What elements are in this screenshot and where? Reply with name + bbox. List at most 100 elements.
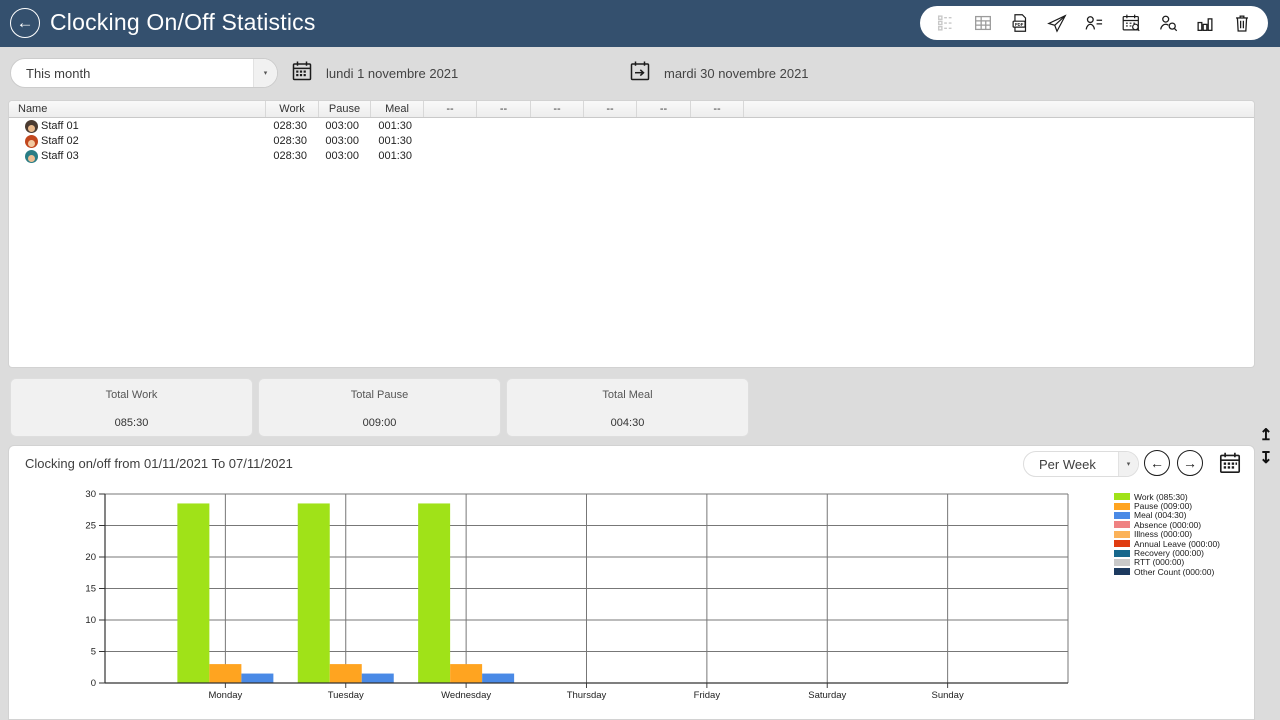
card-label: Total Work [11, 389, 252, 401]
period-select-value: This month [11, 66, 253, 81]
detailed-list-icon[interactable] [934, 11, 958, 35]
legend-swatch [1114, 531, 1130, 538]
svg-text:10: 10 [85, 615, 96, 626]
end-date-picker[interactable]: mardi 30 novembre 2021 [628, 59, 809, 87]
legend-item: Illness (000:00) [1114, 530, 1220, 539]
table-cell: 028:30 [266, 134, 319, 149]
back-button[interactable]: ← [10, 8, 40, 38]
legend-item: Annual Leave (000:00) [1114, 539, 1220, 548]
chart-legend: Work (085:30)Pause (009:00)Meal (004:30)… [1114, 492, 1220, 577]
column-header[interactable]: -- [637, 101, 691, 117]
chevron-down-icon: ▾ [253, 59, 277, 87]
total-pause-card: Total Pause 009:00 [258, 378, 501, 437]
table-row[interactable]: Staff 02 028:30003:00001:30 [9, 134, 1254, 149]
filter-bar: This month ▾ lundi 1 novembre 2021 mardi… [0, 47, 1280, 99]
total-meal-card: Total Meal 004:30 [506, 378, 749, 437]
clocking-bar-chart: Monday Tuesday Wednesday Thursday Friday Satu… [9, 446, 1254, 719]
staff-name: Staff 02 [41, 134, 79, 149]
column-header[interactable]: Name [9, 101, 266, 117]
next-period-button[interactable]: → [1177, 450, 1203, 476]
svg-text:Thursday: Thursday [567, 690, 607, 701]
legend-swatch [1114, 559, 1130, 566]
staff-table: NameWorkPauseMeal------------ Staff 0102… [8, 100, 1255, 368]
calendar-icon [290, 59, 314, 88]
card-value: 085:30 [11, 417, 252, 429]
column-header[interactable]: -- [424, 101, 477, 117]
legend-item: Absence (000:00) [1114, 520, 1220, 529]
toolbar: PDF [920, 6, 1268, 40]
column-header[interactable]: -- [584, 101, 637, 117]
card-label: Total Meal [507, 389, 748, 401]
chart-view-select[interactable]: Per Week ▾ [1023, 451, 1139, 477]
legend-item: Other Count (000:00) [1114, 567, 1220, 576]
svg-text:Sunday: Sunday [932, 690, 964, 701]
user-list-icon[interactable] [1082, 11, 1106, 35]
legend-item: Recovery (000:00) [1114, 548, 1220, 557]
table-cell: 003:00 [319, 134, 371, 149]
legend-swatch [1114, 503, 1130, 510]
card-value: 009:00 [259, 417, 500, 429]
svg-text:Tuesday: Tuesday [328, 690, 364, 701]
period-select[interactable]: This month ▾ [10, 58, 278, 88]
svg-text:Monday: Monday [208, 690, 242, 701]
table-cell: 003:00 [319, 119, 371, 134]
chart-view-value: Per Week [1024, 457, 1118, 472]
svg-text:Saturday: Saturday [808, 690, 846, 701]
panel-splitter: ↥ ↧ [1254, 424, 1278, 470]
legend-swatch [1114, 512, 1130, 519]
svg-text:15: 15 [85, 584, 96, 595]
calendar-search-icon[interactable] [1119, 11, 1143, 35]
legend-swatch [1114, 550, 1130, 557]
chart-title: Clocking on/off from 01/11/2021 To 07/11… [25, 456, 293, 471]
column-header[interactable]: Work [266, 101, 319, 117]
staff-name: Staff 01 [41, 119, 79, 134]
legend-item: Work (085:30) [1114, 492, 1220, 501]
table-cell: 028:30 [266, 119, 319, 134]
svg-text:0: 0 [91, 678, 96, 689]
table-header: NameWorkPauseMeal------------ [9, 101, 1254, 118]
chart-calendar-button[interactable] [1216, 449, 1244, 477]
legend-item: RTT (000:00) [1114, 558, 1220, 567]
chart-panel: Clocking on/off from 01/11/2021 To 07/11… [8, 445, 1255, 720]
collapse-down-icon[interactable]: ↧ [1255, 447, 1277, 470]
card-value: 004:30 [507, 417, 748, 429]
svg-text:PDF: PDF [1015, 22, 1024, 27]
previous-period-button[interactable]: ← [1144, 450, 1170, 476]
expand-up-icon[interactable]: ↥ [1255, 424, 1277, 447]
column-header[interactable]: -- [531, 101, 584, 117]
svg-text:30: 30 [85, 489, 96, 500]
legend-item: Pause (009:00) [1114, 501, 1220, 510]
table-view-icon[interactable] [971, 11, 995, 35]
send-icon[interactable] [1045, 11, 1069, 35]
table-cell: 001:30 [371, 134, 424, 149]
page-title: Clocking On/Off Statistics [50, 9, 316, 36]
legend-swatch [1114, 540, 1130, 547]
svg-text:Friday: Friday [694, 690, 721, 701]
chevron-down-icon: ▾ [1118, 452, 1138, 476]
svg-text:Wednesday: Wednesday [441, 690, 491, 701]
legend-label: Other Count (000:00) [1134, 567, 1214, 577]
column-header[interactable]: Meal [371, 101, 424, 117]
column-header[interactable]: -- [691, 101, 744, 117]
calendar-next-icon [628, 59, 652, 88]
table-body: Staff 01 028:30003:00001:30 Staff 02 028:30… [9, 119, 1254, 164]
trash-icon[interactable] [1230, 11, 1254, 35]
start-date-label: lundi 1 novembre 2021 [326, 66, 458, 81]
pdf-export-icon[interactable]: PDF [1008, 11, 1032, 35]
end-date-label: mardi 30 novembre 2021 [664, 66, 809, 81]
start-date-picker[interactable]: lundi 1 novembre 2021 [290, 59, 458, 87]
avatar-face [28, 125, 35, 132]
table-row[interactable]: Staff 01028:30003:00001:30 [9, 119, 1254, 134]
total-work-card: Total Work 085:30 [10, 378, 253, 437]
svg-text:5: 5 [91, 647, 96, 658]
table-row[interactable]: Staff 03028:30003:00001:30 [9, 149, 1254, 164]
table-cell: 028:30 [266, 149, 319, 164]
avatar [25, 135, 38, 148]
bar-chart-icon[interactable] [1193, 11, 1217, 35]
column-header[interactable]: -- [477, 101, 531, 117]
legend-swatch [1114, 521, 1130, 528]
table-cell: 003:00 [319, 149, 371, 164]
column-header[interactable]: Pause [319, 101, 371, 117]
table-cell: 001:30 [371, 149, 424, 164]
user-search-icon[interactable] [1156, 11, 1180, 35]
